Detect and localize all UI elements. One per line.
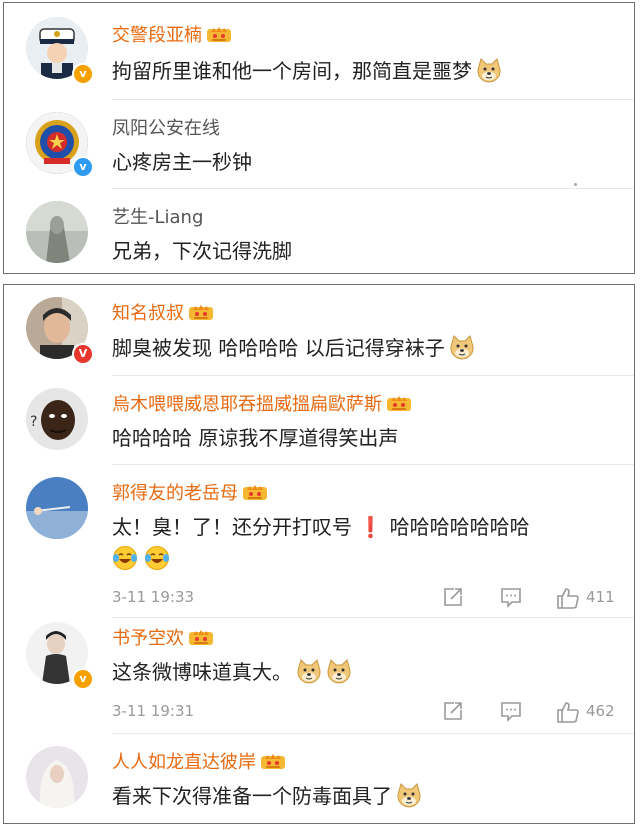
svg-text:?: ? <box>30 414 37 430</box>
timestamp: 3-11 19:33 <box>112 588 195 606</box>
crown-icon <box>188 627 214 647</box>
share-icon[interactable] <box>442 700 464 722</box>
crown-icon <box>260 751 286 771</box>
verified-badge-icon: V <box>72 343 94 365</box>
comment-item: 人人如龙直达彼岸 看来下次得准备一个防毒面具了 <box>4 734 634 822</box>
comment-icon[interactable] <box>500 700 522 722</box>
commenter-name[interactable]: 人人如龙直达彼岸 <box>112 748 286 774</box>
like-count: 411 <box>586 588 615 606</box>
thumbs-up-icon[interactable] <box>556 586 580 610</box>
comment-text-content-laugh: 哈哈哈哈哈哈哈 <box>389 515 530 539</box>
comment-panel-top: v 交警段亚楠 拘留所里谁和他一个房间，那简直是噩梦 v 凤阳公安在线 心疼房主… <box>3 2 635 274</box>
timestamp: 3-11 19:31 <box>112 702 195 720</box>
comment-text: 兄弟，下次记得洗脚 <box>112 235 292 264</box>
doge-emoji-icon <box>449 334 475 360</box>
comment-text-content: 拘留所里谁和他一个房间，那简直是噩梦 <box>112 59 472 83</box>
avatar[interactable]: ? <box>26 388 88 450</box>
laugh-cry-emoji-icon <box>112 545 138 571</box>
commenter-name[interactable]: 交警段亚楠 <box>112 21 232 47</box>
comment-panel-bottom: V 知名叔叔 脚臭被发现 哈哈哈哈 以后记得穿袜子 ? 烏木喂喂威恩耶吞搵威搵扁… <box>3 284 635 824</box>
commenter-name[interactable]: 书予空欢 <box>112 624 214 650</box>
thumbs-up-icon[interactable] <box>556 700 580 724</box>
comment-item: 郭得友的老岳母 太！臭！了！还分开打叹号 ❗ 哈哈哈哈哈哈哈 3-11 19:3… <box>4 465 634 617</box>
comment-text: 脚臭被发现 哈哈哈哈 以后记得穿袜子 <box>112 332 475 361</box>
comment-item: v 交警段亚楠 拘留所里谁和他一个房间，那简直是噩梦 <box>4 3 634 99</box>
commenter-name-text[interactable]: 交警段亚楠 <box>112 25 202 46</box>
crown-icon <box>206 24 232 44</box>
comment-meta: 3-11 19:31 462 <box>112 700 634 724</box>
comment-emoji-row <box>112 545 176 571</box>
commenter-name-text[interactable]: 艺生-Liang <box>112 207 203 228</box>
avatar[interactable] <box>26 746 88 808</box>
doge-emoji-icon <box>296 658 322 684</box>
comment-meta: 3-11 19:33 411 <box>112 586 634 610</box>
commenter-name[interactable]: 郭得友的老岳母 <box>112 479 268 505</box>
doge-emoji-icon <box>326 658 352 684</box>
comment-text-content: 哈哈哈哈 原谅我不厚道得笑出声 <box>112 426 399 450</box>
comment-text: 看来下次得准备一个防毒面具了 <box>112 780 422 809</box>
comment-text: 这条微博味道真大。 <box>112 656 352 685</box>
verified-badge-icon: v <box>72 63 94 85</box>
verified-badge-icon: v <box>72 156 94 178</box>
comment-text-content: 太！臭！了！还分开打叹号 <box>112 515 352 539</box>
crown-icon <box>242 482 268 502</box>
comment-text-content: 兄弟，下次记得洗脚 <box>112 239 292 263</box>
comment-item: v 书予空欢 这条微博味道真大。 3-11 19:31 462 <box>4 618 634 740</box>
comment-text: 哈哈哈哈 原谅我不厚道得笑出声 <box>112 422 398 451</box>
like-count: 462 <box>586 702 615 720</box>
comment-icon[interactable] <box>500 586 522 608</box>
commenter-name-text[interactable]: 书予空欢 <box>112 628 184 649</box>
share-icon[interactable] <box>442 586 464 608</box>
avatar[interactable] <box>26 477 88 539</box>
comment-text: 心疼房主一秒钟 <box>112 146 252 175</box>
verified-badge-icon: v <box>72 668 94 690</box>
doge-emoji-icon <box>396 782 422 808</box>
comment-text-content: 这条微博味道真大。 <box>112 660 292 684</box>
commenter-name[interactable]: 烏木喂喂威恩耶吞搵威搵扁歐萨斯 <box>112 390 412 416</box>
commenter-name-text[interactable]: 知名叔叔 <box>112 303 184 324</box>
comment-text-content: 心疼房主一秒钟 <box>112 150 252 174</box>
comment-text-content: 看来下次得准备一个防毒面具了 <box>112 784 392 808</box>
comment-text-content: 脚臭被发现 哈哈哈哈 以后记得穿袜子 <box>112 336 445 360</box>
commenter-name-text[interactable]: 郭得友的老岳母 <box>112 483 238 504</box>
comment-item: v 凤阳公安在线 心疼房主一秒钟 <box>4 100 634 188</box>
commenter-name[interactable]: 凤阳公安在线 <box>112 114 220 140</box>
commenter-name-text[interactable]: 烏木喂喂威恩耶吞搵威搵扁歐萨斯 <box>112 394 382 415</box>
comment-item: 艺生-Liang 兄弟，下次记得洗脚 <box>4 189 634 273</box>
crown-icon <box>386 393 412 413</box>
doge-emoji-icon <box>476 57 502 83</box>
comment-item: ? 烏木喂喂威恩耶吞搵威搵扁歐萨斯 哈哈哈哈 原谅我不厚道得笑出声 <box>4 376 634 464</box>
laugh-cry-emoji-icon <box>144 545 170 571</box>
exclamation-emoji-icon: ❗ <box>358 515 384 539</box>
dot-decoration <box>574 183 577 186</box>
comment-item: V 知名叔叔 脚臭被发现 哈哈哈哈 以后记得穿袜子 <box>4 285 634 375</box>
comment-text: 太！臭！了！还分开打叹号 ❗ 哈哈哈哈哈哈哈 <box>112 511 530 540</box>
avatar[interactable] <box>26 201 88 263</box>
commenter-name[interactable]: 知名叔叔 <box>112 299 214 325</box>
comment-text: 拘留所里谁和他一个房间，那简直是噩梦 <box>112 55 502 84</box>
commenter-name[interactable]: 艺生-Liang <box>112 203 203 229</box>
crown-icon <box>188 302 214 322</box>
commenter-name-text[interactable]: 凤阳公安在线 <box>112 118 220 139</box>
commenter-name-text[interactable]: 人人如龙直达彼岸 <box>112 752 256 773</box>
